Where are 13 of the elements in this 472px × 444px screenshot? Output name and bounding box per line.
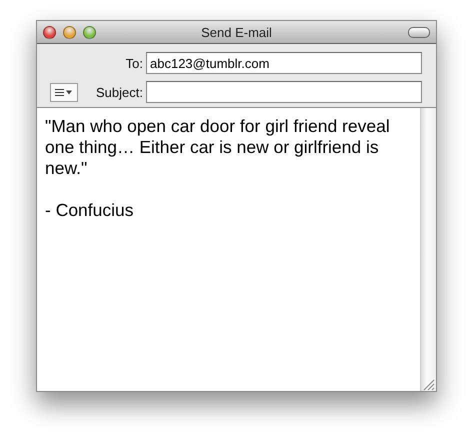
message-text[interactable]: "Man who open car door for girl friend reveal one thing… Either car is new or girlfriend is new." - Confucius [37, 108, 420, 391]
close-button[interactable] [43, 26, 56, 38]
field-label: Subject: [96, 84, 143, 100]
menu-button[interactable] [50, 82, 78, 102]
scroll-bar[interactable] [420, 108, 436, 391]
subject-field[interactable] [146, 81, 422, 103]
to-field[interactable]: abc123@tumblr.com [146, 52, 422, 74]
minimize-button[interactable] [63, 26, 76, 38]
toolbar-toggle-button[interactable] [408, 26, 430, 38]
field-label: To: [126, 56, 143, 70]
window-title: Send E-mail [201, 24, 272, 40]
zoom-button[interactable] [83, 26, 96, 38]
menu-icon [55, 88, 73, 96]
